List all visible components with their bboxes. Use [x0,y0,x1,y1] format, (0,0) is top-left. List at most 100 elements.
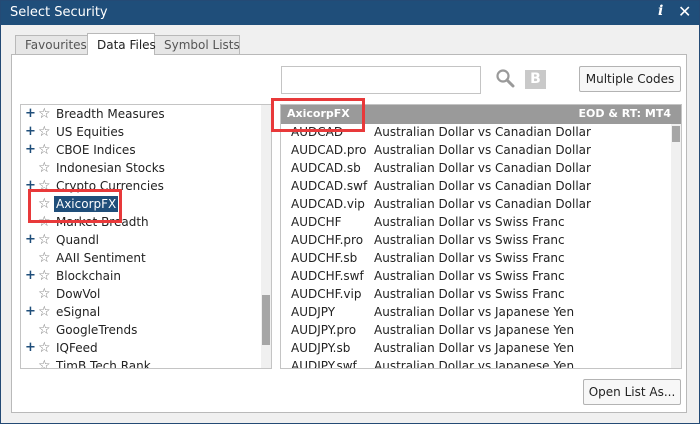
expand-icon[interactable]: + [25,231,36,249]
symbol-description: Australian Dollar vs Canadian Dollar [374,197,591,211]
search-icon[interactable] [495,68,515,88]
open-list-as-button[interactable]: Open List As... [583,379,681,405]
tree-item-label: Breadth Measures [56,107,165,121]
list-row[interactable]: AUDCAD Australian Dollar vs Canadian Doll… [281,124,669,142]
data-files-panel: B Multiple Codes + ☆ Breadth Measures + ☆ US… [11,54,687,413]
list-scrollbar-thumb[interactable] [672,126,680,142]
expand-icon[interactable]: + [25,303,36,321]
tree-item-label: DowVol [56,287,101,301]
tree-item-timb-tech-rank[interactable]: ☆ TimB Tech Rank [21,357,261,368]
tree-item-indonesian-stocks[interactable]: ☆ Indonesian Stocks [21,159,261,177]
star-icon[interactable]: ☆ [38,249,51,267]
tree-item-axicorpfx[interactable]: ☆ AxicorpFX [21,195,261,213]
list-row[interactable]: AUDCAD.sb Australian Dollar vs Canadian D… [281,160,669,178]
tree-item-dowvol[interactable]: ☆ DowVol [21,285,261,303]
tree-item-label: Market Breadth [56,215,149,229]
bold-toggle-button[interactable]: B [525,70,546,89]
star-icon[interactable]: ☆ [38,141,51,159]
list-row[interactable]: AUDJPY.pro Australian Dollar vs Japanese … [281,322,669,340]
list-row[interactable]: AUDJPY.sb Australian Dollar vs Japanese Y… [281,340,669,358]
list-row[interactable]: AUDCAD.swf Australian Dollar vs Canadian … [281,178,669,196]
tree-item-label: AAII Sentiment [56,251,146,265]
list-row[interactable]: AUDCHF.vip Australian Dollar vs Swiss Fra… [281,286,669,304]
list-row[interactable]: AUDCHF Australian Dollar vs Swiss Franc [281,214,669,232]
search-input[interactable] [281,66,481,94]
tab-data-files[interactable]: Data Files [87,33,156,55]
tree-item-quandl[interactable]: + ☆ Quandl [21,231,261,249]
info-icon[interactable]: i [658,3,663,19]
list-row[interactable]: AUDJPY Australian Dollar vs Japanese Yen [281,304,669,322]
symbol-code: AUDCAD.vip [291,197,365,211]
list-row[interactable]: AUDCAD.pro Australian Dollar vs Canadian … [281,142,669,160]
tree-scrollbar-thumb[interactable] [262,295,270,345]
list-row[interactable]: AUDCHF.pro Australian Dollar vs Swiss Fra… [281,232,669,250]
expand-icon[interactable]: + [25,339,36,357]
symbol-code: AUDCHF.sb [291,251,358,265]
select-security-dialog: Select Security i ✕ Favourites Data File… [0,0,700,424]
tree-item-label: Crypto Currencies [56,179,164,193]
tree-item-cboe-indices[interactable]: + ☆ CBOE Indices [21,141,261,159]
tab-symbol-lists[interactable]: Symbol Lists [154,35,240,54]
star-icon[interactable]: ☆ [38,231,51,249]
star-icon[interactable]: ☆ [38,303,51,321]
star-icon[interactable]: ☆ [38,105,51,123]
tree-item-label: Quandl [56,233,99,247]
tree-item-market-breadth[interactable]: ☆ Market Breadth [21,213,261,231]
star-icon[interactable]: ☆ [38,339,51,357]
tree-item-label: AxicorpFX [54,196,119,212]
symbol-description: Australian Dollar vs Japanese Yen [374,341,575,355]
symbol-code: AUDCHF.vip [291,287,362,301]
symbol-description: Australian Dollar vs Canadian Dollar [374,143,591,157]
symbol-code: AUDCHF.swf [291,269,364,283]
symbol-description: Australian Dollar vs Canadian Dollar [374,125,591,139]
tree-item-label: CBOE Indices [56,143,136,157]
symbol-code: AUDJPY.swf [291,359,357,369]
tree-item-iqfeed[interactable]: + ☆ IQFeed [21,339,261,357]
tree-item-aaii-sentiment[interactable]: ☆ AAII Sentiment [21,249,261,267]
star-icon[interactable]: ☆ [38,159,51,177]
multiple-codes-button[interactable]: Multiple Codes [579,66,681,92]
star-icon[interactable]: ☆ [38,285,51,303]
star-icon[interactable]: ☆ [38,177,51,195]
symbol-description: Australian Dollar vs Swiss Franc [374,251,565,265]
symbol-description: Australian Dollar vs Swiss Franc [374,269,565,283]
symbol-description: Australian Dollar vs Canadian Dollar [374,179,591,193]
star-icon[interactable]: ☆ [38,123,51,141]
tree-item-us-equities[interactable]: + ☆ US Equities [21,123,261,141]
tree-item-blockchain[interactable]: + ☆ Blockchain [21,267,261,285]
symbol-description: Australian Dollar vs Canadian Dollar [374,161,591,175]
tree-item-crypto-currencies[interactable]: + ☆ Crypto Currencies [21,177,261,195]
symbol-code: AUDCHF [291,215,342,229]
tree-item-breadth-measures[interactable]: + ☆ Breadth Measures [21,105,261,123]
symbol-description: Australian Dollar vs Japanese Yen [374,323,575,337]
symbol-list: AxicorpFX EOD & RT: MT4 AUDCAD Australian… [280,104,682,369]
tree-item-esignal[interactable]: + ☆ eSignal [21,303,261,321]
star-icon[interactable]: ☆ [38,267,51,285]
list-scrollbar[interactable] [671,124,681,368]
tree-item-googletrends[interactable]: ☆ GoogleTrends [21,321,261,339]
list-row[interactable]: AUDCHF.swf Australian Dollar vs Swiss Fra… [281,268,669,286]
symbol-description: Australian Dollar vs Swiss Franc [374,233,565,247]
star-icon[interactable]: ☆ [38,321,51,339]
list-row[interactable]: AUDJPY.swf Australian Dollar vs Japanese … [281,358,669,369]
expand-icon[interactable]: + [25,177,36,195]
symbol-code: AUDJPY.pro [291,323,357,337]
expand-icon[interactable]: + [25,123,36,141]
close-icon[interactable]: ✕ [678,2,691,21]
symbol-code: AUDCAD [291,125,344,139]
symbol-description: Australian Dollar vs Swiss Franc [374,215,565,229]
window-title: Select Security [10,5,108,20]
expand-icon[interactable]: + [25,267,36,285]
star-icon[interactable]: ☆ [38,213,51,231]
star-icon[interactable]: ☆ [38,195,51,213]
symbol-description: Australian Dollar vs Swiss Franc [374,287,565,301]
tab-favourites[interactable]: Favourites [15,35,88,54]
expand-icon[interactable]: + [25,141,36,159]
symbol-code: AUDCAD.swf [291,179,368,193]
list-row[interactable]: AUDCAD.vip Australian Dollar vs Canadian … [281,196,669,214]
star-icon[interactable]: ☆ [38,357,51,368]
list-row[interactable]: AUDCHF.sb Australian Dollar vs Swiss Fran… [281,250,669,268]
tree-scrollbar[interactable] [261,105,271,368]
tree-item-label: GoogleTrends [56,323,138,337]
expand-icon[interactable]: + [25,105,36,123]
